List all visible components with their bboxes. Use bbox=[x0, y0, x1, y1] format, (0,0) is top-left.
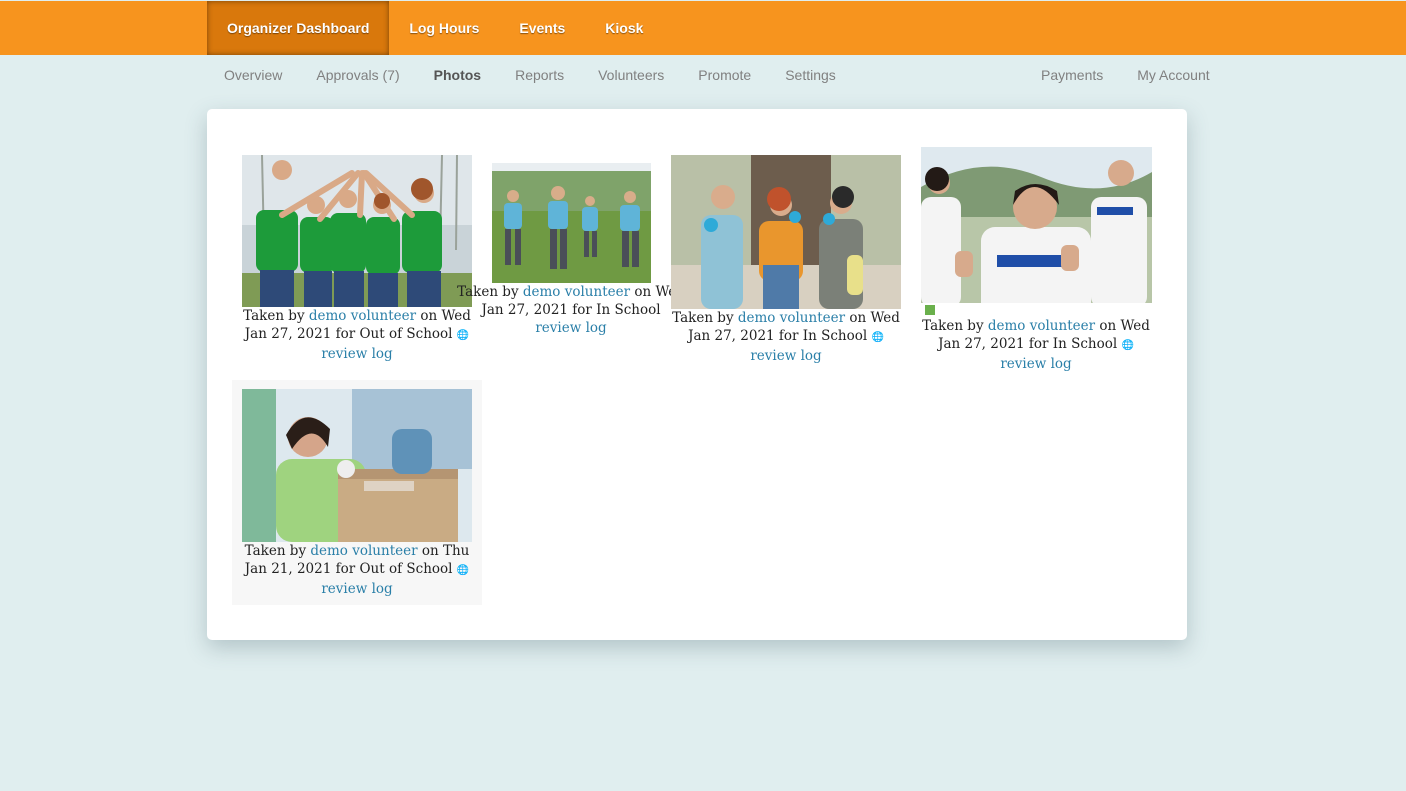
photo-caption: Taken by demo volunteer on Wed Jan 27, 2… bbox=[661, 309, 911, 365]
volunteer-link[interactable]: demo volunteer bbox=[988, 318, 1095, 334]
nav-events[interactable]: Events bbox=[499, 1, 585, 55]
subnav-payments[interactable]: Payments bbox=[1024, 55, 1120, 95]
photo-tile: Taken by demo volunteer on Wed Jan 27, 2… bbox=[446, 163, 696, 337]
photo-caption: Taken by demo volunteer on Wed Jan 27, 2… bbox=[911, 317, 1161, 373]
volunteer-link[interactable]: demo volunteer bbox=[738, 310, 845, 326]
photo-tile: Taken by demo volunteer on Thu Jan 21, 2… bbox=[232, 380, 482, 605]
globe-icon: 🌐 bbox=[456, 565, 470, 576]
review-log-link[interactable]: review log bbox=[321, 346, 392, 362]
sub-nav-right: Payments My Account bbox=[1024, 55, 1227, 95]
subnav-promote[interactable]: Promote bbox=[681, 55, 768, 95]
subnav-approvals[interactable]: Approvals (7) bbox=[299, 55, 416, 95]
caption-prefix: Taken by bbox=[672, 310, 738, 326]
caption-prefix: Taken by bbox=[243, 308, 309, 324]
caption-prefix: Taken by bbox=[922, 318, 988, 334]
photo-tile: Taken by demo volunteer on Wed Jan 27, 2… bbox=[232, 155, 482, 363]
volunteers-high-five-photo[interactable] bbox=[242, 155, 472, 307]
photos-card: Taken by demo volunteer on Wed Jan 27, 2… bbox=[207, 109, 1187, 640]
volunteer-link[interactable]: demo volunteer bbox=[310, 543, 417, 559]
photo-tile: Taken by demo volunteer on Wed Jan 27, 2… bbox=[911, 147, 1161, 373]
volunteer-link[interactable]: demo volunteer bbox=[309, 308, 416, 324]
subnav-overview[interactable]: Overview bbox=[207, 55, 299, 95]
review-log-link[interactable]: review log bbox=[750, 348, 821, 364]
sub-nav: Overview Approvals (7) Photos Reports Vo… bbox=[207, 55, 853, 95]
globe-icon: 🌐 bbox=[871, 332, 884, 343]
top-nav: Organizer Dashboard Log Hours Events Kio… bbox=[207, 1, 663, 55]
volunteer-link[interactable]: demo volunteer bbox=[523, 284, 630, 300]
volunteers-cleanup-photo[interactable] bbox=[671, 155, 901, 309]
subnav-reports[interactable]: Reports bbox=[498, 55, 581, 95]
nav-kiosk[interactable]: Kiosk bbox=[585, 1, 663, 55]
photo-caption: Taken by demo volunteer on Thu Jan 21, 2… bbox=[232, 542, 482, 598]
subnav-my-account[interactable]: My Account bbox=[1120, 55, 1226, 95]
photo-caption: Taken by demo volunteer on Wed Jan 27, 2… bbox=[232, 307, 482, 363]
volunteers-boxes-photo[interactable] bbox=[242, 389, 472, 542]
nav-log-hours[interactable]: Log Hours bbox=[389, 1, 499, 55]
subnav-volunteers[interactable]: Volunteers bbox=[581, 55, 681, 95]
review-log-link[interactable]: review log bbox=[1000, 356, 1071, 372]
subnav-settings[interactable]: Settings bbox=[768, 55, 853, 95]
top-navbar: Organizer Dashboard Log Hours Events Kio… bbox=[0, 1, 1406, 55]
volunteer-thumbs-up-photo[interactable] bbox=[920, 147, 1152, 317]
photo-caption: Taken by demo volunteer on Wed Jan 27, 2… bbox=[446, 283, 696, 337]
volunteers-field-photo[interactable] bbox=[491, 163, 651, 283]
caption-prefix: Taken by bbox=[457, 284, 523, 300]
photo-tile: Taken by demo volunteer on Wed Jan 27, 2… bbox=[661, 155, 911, 365]
review-log-link[interactable]: review log bbox=[535, 320, 606, 336]
globe-icon: 🌐 bbox=[1121, 340, 1134, 351]
nav-organizer-dashboard[interactable]: Organizer Dashboard bbox=[207, 1, 390, 55]
caption-prefix: Taken by bbox=[244, 543, 311, 559]
review-log-link[interactable]: review log bbox=[321, 581, 392, 597]
subnav-photos[interactable]: Photos bbox=[417, 55, 498, 95]
